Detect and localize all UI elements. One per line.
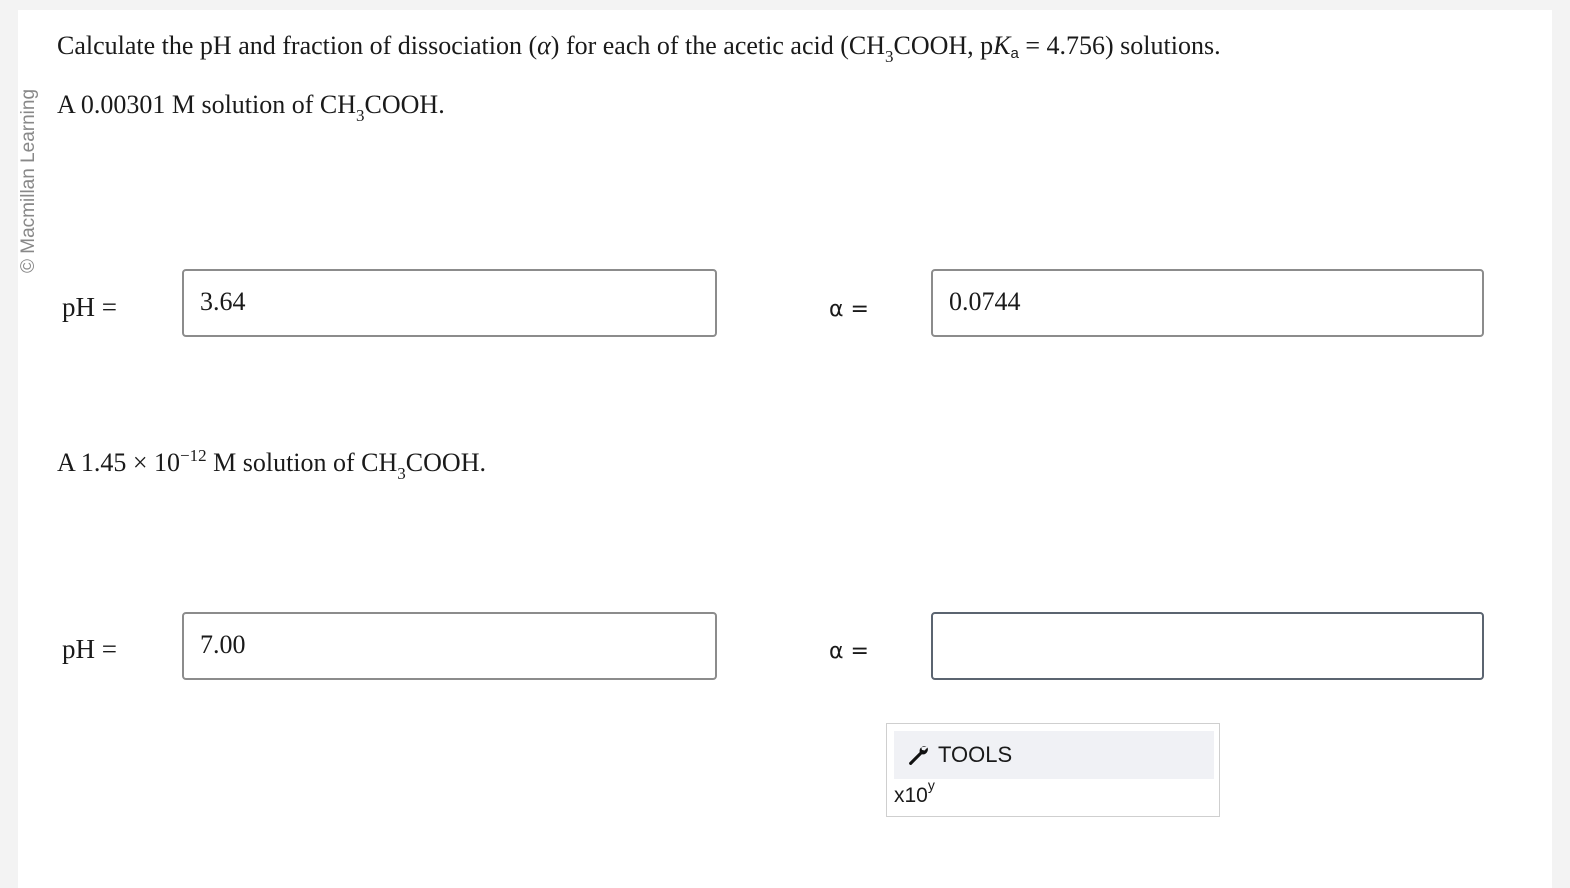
tools-toggle[interactable]: TOOLS <box>894 731 1214 779</box>
part2-ph-input[interactable]: 7.00 <box>182 612 717 680</box>
copyright-watermark: © Macmillan Learning <box>18 88 39 273</box>
question-intro: Calculate the pH and fraction of dissoci… <box>57 31 1221 66</box>
alpha-symbol: α <box>537 31 551 60</box>
part2-alpha-input[interactable] <box>931 612 1484 680</box>
part2-alpha-label: α = <box>829 639 869 664</box>
wrench-icon <box>909 746 928 765</box>
scientific-notation-button[interactable]: x10y <box>894 778 935 808</box>
tools-label: TOOLS <box>938 742 1013 767</box>
tools-panel: TOOLS x10y <box>886 723 1220 817</box>
part1-ph-input[interactable]: 3.64 <box>182 269 717 337</box>
part1-alpha-input[interactable]: 0.0744 <box>931 269 1484 337</box>
part2-prompt: A 1.45 × 10−12 M solution of CH3COOH. <box>57 446 486 483</box>
part2-ph-label: pH = <box>62 634 117 664</box>
part1-prompt: A 0.00301 M solution of CH3COOH. <box>57 90 445 125</box>
part1-alpha-label: α = <box>829 297 869 322</box>
part1-ph-label: pH = <box>62 292 117 322</box>
